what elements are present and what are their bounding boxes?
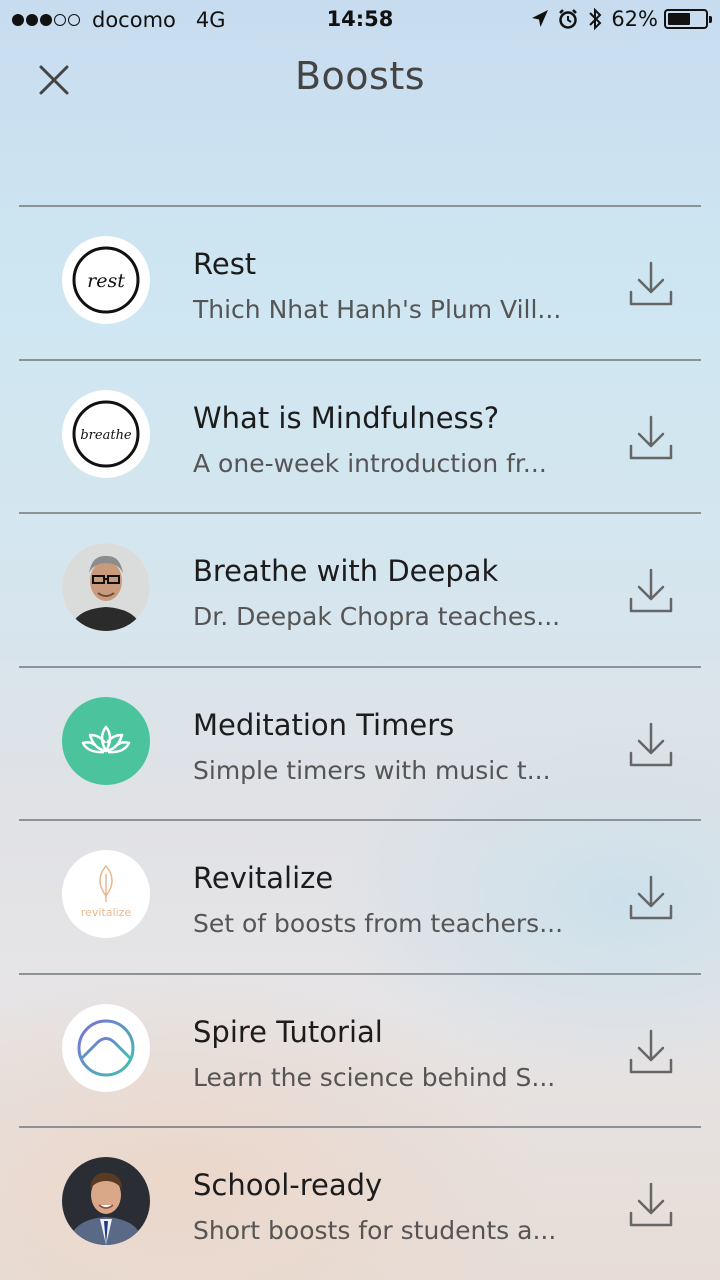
boost-title: Meditation Timers — [193, 707, 455, 742]
download-icon[interactable] — [628, 413, 674, 463]
avatar-text: breathe — [80, 428, 132, 443]
person-photo-icon — [62, 1157, 150, 1245]
boost-subtitle: A one-week introduction fr... — [193, 448, 547, 478]
boosts-list: rest Rest Thich Nhat Hanh's Plum Vill...… — [19, 205, 701, 1280]
bluetooth-icon — [589, 7, 602, 31]
boost-subtitle: Learn the science behind S... — [193, 1062, 556, 1092]
battery-icon — [664, 9, 712, 29]
spire-logo-icon — [77, 1019, 135, 1076]
boost-avatar — [62, 1003, 150, 1092]
list-item[interactable]: breathe What is Mindfulness? A one-week … — [19, 358, 701, 513]
download-icon[interactable] — [628, 1027, 674, 1077]
download-icon[interactable] — [628, 259, 674, 309]
list-item[interactable]: Meditation Timers Simple timers with mus… — [19, 665, 701, 820]
rest-logo-icon: rest — [72, 246, 140, 314]
avatar-text: rest — [87, 270, 125, 292]
boost-title: Revitalize — [193, 861, 334, 895]
lotus-icon — [81, 725, 131, 753]
revitalize-logo-icon: revitalize — [81, 864, 132, 919]
boost-avatar: breathe — [62, 389, 150, 478]
location-arrow-icon — [532, 10, 549, 27]
list-item[interactable]: rest Rest Thich Nhat Hanh's Plum Vill... — [19, 205, 701, 359]
status-right: 62% — [531, 7, 712, 31]
boost-title: Breathe with Deepak — [193, 554, 499, 588]
boost-subtitle: Short boosts for students a... — [193, 1216, 557, 1245]
battery-level — [668, 13, 691, 25]
alarm-clock-icon — [559, 9, 578, 29]
breathe-logo-icon: breathe — [72, 400, 140, 467]
list-item[interactable]: Spire Tutorial Learn the science behind … — [19, 972, 701, 1127]
boost-subtitle: Simple timers with music t... — [193, 755, 551, 785]
avatar-text: revitalize — [81, 906, 132, 919]
download-icon[interactable] — [628, 566, 674, 616]
list-item[interactable]: School-ready Short boosts for students a… — [19, 1126, 701, 1280]
list-item[interactable]: revitalize Revitalize Set of boosts from… — [19, 819, 701, 973]
download-icon[interactable] — [628, 1180, 674, 1230]
boost-subtitle: Dr. Deepak Chopra teaches... — [193, 602, 561, 631]
boost-subtitle: Set of boosts from teachers... — [193, 909, 564, 938]
boost-avatar — [62, 696, 150, 785]
boost-title: Spire Tutorial — [193, 1014, 383, 1049]
download-icon[interactable] — [628, 720, 674, 770]
boost-title: Rest — [193, 247, 257, 281]
boost-avatar — [62, 543, 150, 631]
boost-title: What is Mindfulness? — [193, 400, 500, 435]
battery-percent: 62% — [611, 7, 658, 31]
page-title: Boosts — [294, 54, 426, 98]
boost-title: School-ready — [193, 1168, 383, 1202]
boost-avatar: revitalize — [62, 850, 150, 938]
status-bar: docomo 4G 14:58 62% — [0, 0, 720, 40]
boost-subtitle: Thich Nhat Hanh's Plum Vill... — [193, 295, 562, 324]
boost-avatar — [62, 1157, 150, 1245]
download-icon[interactable] — [628, 873, 674, 923]
list-item[interactable]: Breathe with Deepak Dr. Deepak Chopra te… — [19, 512, 701, 666]
boost-avatar: rest — [62, 236, 150, 324]
person-photo-icon — [62, 543, 150, 631]
